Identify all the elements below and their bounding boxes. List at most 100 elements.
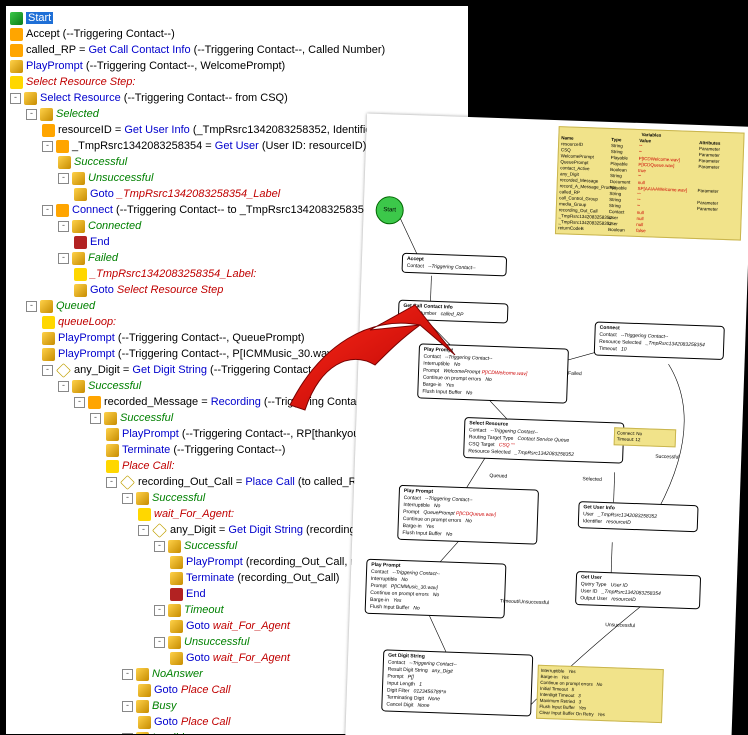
branch-unsuccessful[interactable]: Unsuccessful [88,172,153,184]
waitagent-label[interactable]: wait_For_Agent: [154,508,234,520]
connector-icon [10,28,23,41]
arrow-icon [106,444,119,457]
collapse-icon[interactable]: - [10,93,21,104]
collapse-icon[interactable]: - [106,477,117,488]
diamond-icon [152,523,167,538]
collapse-icon[interactable]: - [154,637,165,648]
placecall-label[interactable]: Place Call: [122,460,175,472]
collapse-icon[interactable]: - [42,205,53,216]
node-playprompt-welcome[interactable]: Play PromptContact --Triggering Contact-… [417,343,569,403]
collapse-icon[interactable]: - [58,253,69,264]
arrow-icon [72,172,85,185]
goto-waitagent[interactable]: wait_For_Agent [210,620,290,632]
collapse-icon[interactable]: - [58,221,69,232]
end-icon [170,588,183,601]
arrow-icon [74,284,87,297]
goto-selres[interactable]: Select Resource Step [114,284,223,296]
edge-queued: Queued [489,473,507,480]
node-connect[interactable]: ConnectContact --Triggering Contact--Res… [594,322,725,361]
branch-noanswer[interactable]: NoAnswer [152,668,203,680]
goto-tmp-label[interactable]: _TmpRsrc1342083258354_Label [114,188,280,200]
flow-diagram[interactable]: Start VariablesNameTypeValueAttributesre… [345,113,748,735]
branch-connected[interactable]: Connected [88,220,141,232]
node-get-user[interactable]: Get UserQuery Type User IDUser ID _TmpRs… [575,571,701,609]
branch-timeout[interactable]: Timeout [184,604,224,616]
connect-timeout-note: Connect: NoTimeout: 12 [614,427,677,447]
edge-successful: Successful [655,454,679,461]
arrow-icon [40,300,53,313]
collapse-icon[interactable]: - [154,541,165,552]
play-queueprompt[interactable]: (--Triggering Contact--, QueuePrompt) [115,332,305,344]
branch-successful[interactable]: Successful [74,156,127,168]
branch-busy[interactable]: Busy [152,700,176,712]
node-select-resource[interactable]: Select ResourceContact --Triggering Cont… [463,417,624,464]
play-thankyou[interactable]: (--Triggering Contact--, RP[thankyou.wa [179,428,377,440]
node-play-welcome[interactable]: PlayPrompt (--Triggering Contact--, Welc… [10,58,464,74]
arrow-icon [106,428,119,441]
label-icon [10,76,23,89]
branch-invalid[interactable]: Invalid [152,732,184,734]
collapse-icon[interactable]: - [58,173,69,184]
arrow-icon [42,332,55,345]
collapse-icon[interactable]: - [90,413,101,424]
arrow-icon [138,716,151,729]
node-selres-label[interactable]: Select Resource Step: [10,74,464,90]
collapse-icon[interactable]: - [42,365,53,376]
collapse-icon[interactable]: - [122,669,133,680]
node-gcci[interactable]: Get Call Contact InfoCalled Number calle… [398,300,509,324]
collapse-icon[interactable]: - [154,605,165,616]
node-end[interactable]: End [90,236,110,248]
arrow-icon [170,556,183,569]
collapse-icon[interactable]: - [26,109,37,120]
edge-failed: Failed [568,371,582,377]
node-playprompt-music[interactable]: Play PromptContact --Triggering Contact-… [365,559,507,619]
node-accept[interactable]: Accept (--Triggering Contact--) [10,26,464,42]
node-playprompt-queue[interactable]: Play PromptContact --Triggering Contact-… [397,485,539,545]
arrow-icon [72,380,85,393]
connector-icon [56,204,69,217]
collapse-icon[interactable]: - [138,525,149,536]
arrow-icon [104,412,117,425]
arrow-icon [170,572,183,585]
node-start[interactable]: Start [10,10,464,26]
variables-panel[interactable]: VariablesNameTypeValueAttributesresource… [555,126,745,240]
play-icmmusic[interactable]: (--Triggering Contact--, P[ICMMusic_30.w… [115,348,340,360]
goto-placecall[interactable]: Place Call [178,684,231,696]
connector-icon [10,44,23,57]
node-get-user-info[interactable]: Get User InfoUser _TmpRsrc1342083258352I… [578,501,699,532]
arrow-icon [168,540,181,553]
arrow-icon [42,348,55,361]
collapse-icon[interactable]: - [74,397,85,408]
tmp-label[interactable]: _TmpRsrc1342083258354_Label: [90,268,256,280]
node-get-digit-string[interactable]: Get Digit StringContact --Triggering Con… [381,649,533,716]
terminate-contact[interactable]: (--Triggering Contact--) [170,444,285,456]
expand-icon[interactable]: + [122,733,133,734]
label-icon [106,460,119,473]
node-selres[interactable]: -Select Resource (--Triggering Contact--… [10,90,464,106]
arrow-icon [72,252,85,265]
arrow-icon [40,108,53,121]
arrow-icon [136,700,149,713]
arrow-icon [58,156,71,169]
collapse-icon[interactable]: - [122,701,133,712]
collapse-icon[interactable]: - [42,141,53,152]
arrow-icon [72,220,85,233]
arrow-icon [170,620,183,633]
branch-selected[interactable]: Selected [56,108,99,120]
node-accept[interactable]: AcceptContact --Triggering Contact-- [402,253,508,277]
arrow-icon [138,684,151,697]
label-icon [138,508,151,521]
triangle-icon [10,12,23,25]
arrow-icon [74,188,87,201]
arrow-icon [168,636,181,649]
collapse-icon[interactable]: - [58,381,69,392]
arrow-icon [170,652,183,665]
arrow-icon [24,92,37,105]
collapse-icon[interactable]: - [26,301,37,312]
branch-queued[interactable]: Queued [56,300,95,312]
branch-failed[interactable]: Failed [88,252,118,264]
terminate-outcall[interactable]: (recording_Out_Call) [234,572,339,584]
node-called-rp[interactable]: called_RP = Get Call Contact Info (--Tri… [10,42,464,58]
queueloop-label[interactable]: queueLoop: [58,316,116,328]
collapse-icon[interactable]: - [122,493,133,504]
